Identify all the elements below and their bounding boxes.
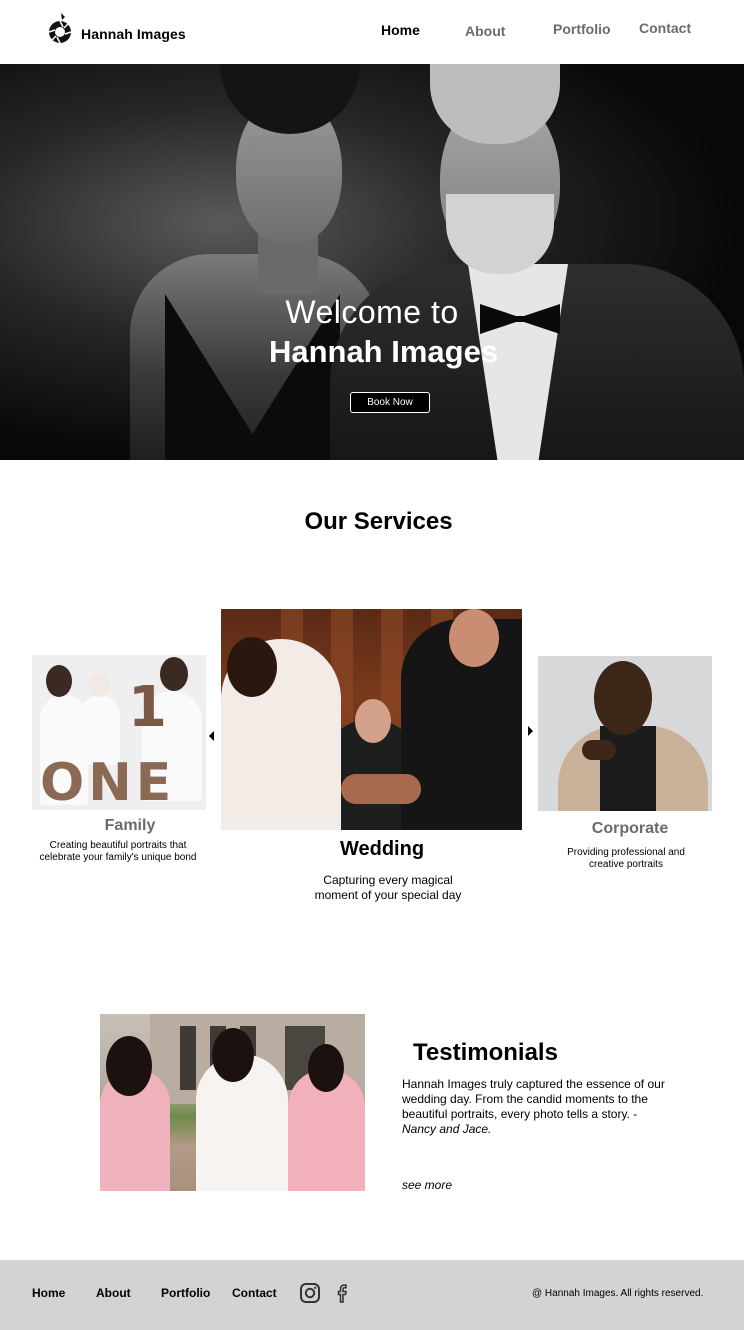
hero-banner: Welcome to Hannah Images Book Now [0, 64, 744, 460]
caret-left-icon[interactable] [209, 731, 214, 741]
wedding-photo[interactable] [221, 609, 522, 830]
service-family-description: Creating beautiful portraits that celebr… [39, 840, 197, 863]
see-more-link[interactable]: see more [402, 1178, 452, 1192]
nav-about[interactable]: About [465, 23, 505, 39]
services-title: Our Services [304, 508, 453, 535]
facebook-icon[interactable] [331, 1282, 353, 1304]
site-footer: Home About Portfolio Contact @ Hannah Im… [0, 1260, 744, 1330]
testimonial-author: Nancy and Jace. [402, 1122, 492, 1136]
hero-title-line2: Hannah Images [268, 334, 499, 369]
copyright-text: @ Hannah Images. All rights reserved. [532, 1288, 704, 1299]
testimonial-photo [100, 1014, 365, 1191]
testimonial-quote-text: Hannah Images truly captured the essence… [402, 1077, 665, 1121]
corporate-photo[interactable] [538, 656, 712, 811]
service-wedding-description: Capturing every magical moment of your s… [314, 873, 462, 902]
service-wedding-name: Wedding [339, 838, 425, 860]
footer-nav-contact[interactable]: Contact [232, 1286, 277, 1300]
service-corporate-name: Corporate [591, 820, 669, 837]
service-family-name: Family [104, 817, 156, 834]
testimonials-title: Testimonials [413, 1039, 558, 1066]
camera-aperture-icon[interactable] [47, 13, 73, 45]
nav-contact[interactable]: Contact [639, 20, 691, 36]
family-photo[interactable]: 1 ONE [32, 655, 206, 810]
nav-home[interactable]: Home [381, 22, 420, 38]
site-header: Hannah Images Home About Portfolio Conta… [0, 0, 744, 64]
one-letters-prop: ONE [40, 753, 176, 810]
instagram-icon[interactable] [299, 1282, 321, 1304]
testimonial-quote: Hannah Images truly captured the essence… [402, 1077, 672, 1137]
footer-nav-portfolio[interactable]: Portfolio [161, 1286, 210, 1300]
brand-name[interactable]: Hannah Images [81, 26, 186, 42]
hero-title-line1: Welcome to [285, 294, 459, 330]
caret-right-icon[interactable] [528, 726, 533, 736]
footer-nav-about[interactable]: About [96, 1286, 131, 1300]
service-corporate-description: Providing professional and creative port… [567, 847, 685, 870]
nav-portfolio[interactable]: Portfolio [553, 21, 611, 37]
book-now-button[interactable]: Book Now [350, 392, 430, 413]
numeral-one-prop: 1 [128, 675, 167, 740]
footer-nav-home[interactable]: Home [32, 1286, 65, 1300]
